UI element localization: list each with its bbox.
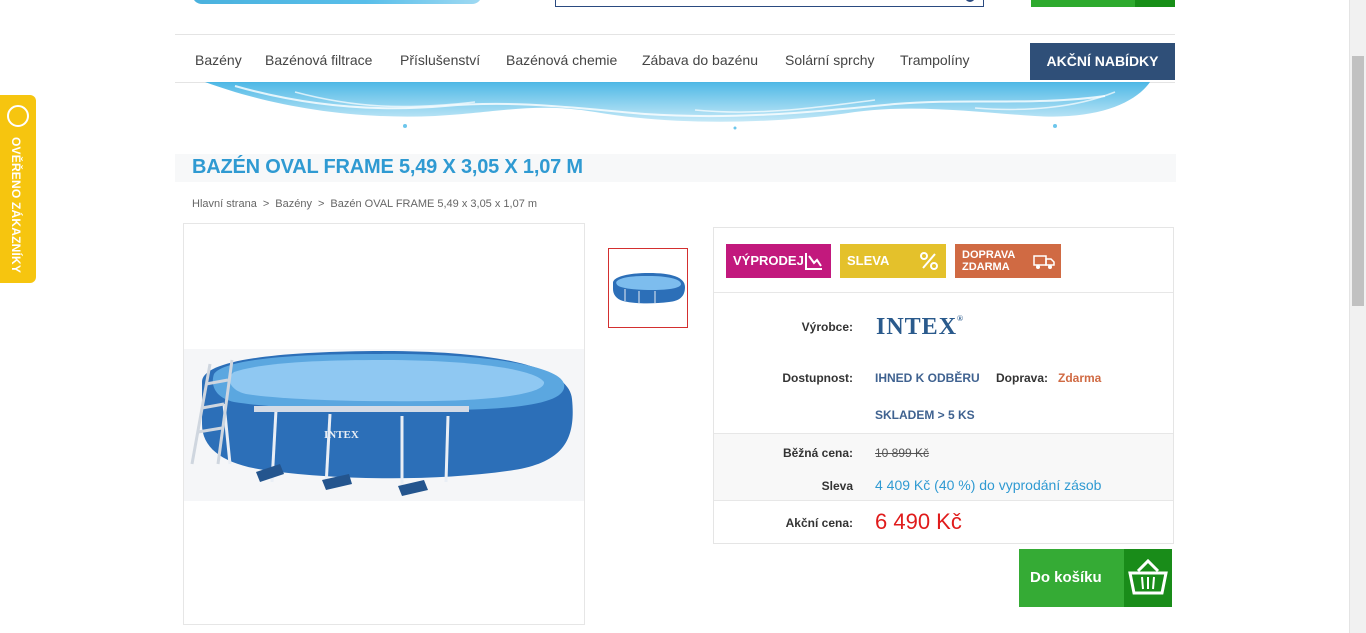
nav-item-chemie[interactable]: Bazénová chemie [506,52,617,68]
regular-price-value: 10 899 Kč [875,446,930,460]
nav-item-filtrace[interactable]: Bazénová filtrace [265,52,372,68]
availability-label: Dostupnost: [782,371,853,385]
breadcrumb-home[interactable]: Hlavní strana [192,198,257,210]
trend-down-icon [805,253,822,270]
add-to-cart-label: Do košíku [1030,569,1102,586]
breadcrumb-separator: > [262,198,270,210]
badge-free-shipping-label: DOPRAVA ZDARMA [962,249,1016,273]
product-main-image[interactable]: INTEX [183,223,585,625]
badge-clearance: VÝPRODEJ [726,244,831,278]
shipping-label: Doprava: [996,371,1049,385]
percent-icon [920,252,938,270]
verified-seal-icon [7,105,29,127]
product-info-panel: VÝPRODEJ SLEVA DOPRAVA ZDARMA Výrobce: I… [713,227,1174,544]
verified-by-customers-badge[interactable]: OVĚŘENO ZÁKAZNÍKY [0,95,36,283]
manufacturer-label: Výrobce: [801,320,853,334]
site-logo[interactable] [192,0,492,8]
nav-item-trampoliny[interactable]: Trampolíny [900,52,970,68]
page-title: BAZÉN OVAL FRAME 5,49 X 3,05 X 1,07 M [192,156,583,178]
breadcrumb: Hlavní strana > Bazény > Bazén OVAL FRAME 5,… [192,198,537,210]
divider [714,500,1173,501]
shipping-value: Zdarma [1058,371,1102,385]
badge-discount-label: SLEVA [847,253,890,268]
add-to-cart-button[interactable]: Do košíku [1019,549,1172,607]
nav-item-solarni-sprchy[interactable]: Solární sprchy [785,52,874,68]
basket-icon [1128,558,1168,595]
search-icon[interactable] [965,0,975,2]
breadcrumb-category[interactable]: Bazény [275,198,312,210]
nav-item-zabava[interactable]: Zábava do bazénu [642,52,758,68]
nav-item-bazeny[interactable]: Bazény [195,52,242,68]
basket-icon [1135,0,1175,7]
discount-label: Sleva [821,479,853,493]
breadcrumb-separator: > [317,198,325,210]
page-scrollbar[interactable] [1349,0,1366,633]
badge-clearance-label: VÝPRODEJ [733,253,804,268]
badge-discount: SLEVA [840,244,946,278]
action-price-label: Akční cena: [785,516,853,530]
discount-value: 4 409 Kč (40 %) do vyprodání zásob [875,477,1102,493]
breadcrumb-current: Bazén OVAL FRAME 5,49 x 3,05 x 1,07 m [330,198,538,210]
nav-item-prislusenstvi[interactable]: Příslušenství [400,52,480,68]
basket-icon-wrap [1124,549,1172,607]
verified-badge-text: OVĚŘENO ZÁKAZNÍKY [9,137,23,274]
manufacturer-name: INTEX [876,314,958,340]
logo-graphic [192,0,482,4]
divider [714,433,1173,434]
product-title-bar: BAZÉN OVAL FRAME 5,49 X 3,05 X 1,07 M [175,154,1176,182]
divider [714,292,1173,293]
scrollbar-thumb[interactable] [1352,56,1364,306]
stock-status: SKLADEM > 5 KS [875,408,975,422]
product-thumbnail[interactable] [608,248,688,328]
product-image-logo: INTEX [324,429,359,441]
promo-offers-button[interactable]: AKČNÍ NABÍDKY [1030,43,1175,80]
search-input[interactable] [555,0,984,7]
availability-value: IHNED K ODBĚRU [875,371,980,385]
header-cart-button[interactable] [1031,0,1175,7]
regular-price-label: Běžná cena: [782,446,853,460]
truck-icon [1033,255,1055,269]
manufacturer-logo[interactable]: INTEX® [876,314,964,341]
main-navigation: Bazény Bazénová filtrace Příslušenství B… [175,34,1175,83]
badge-free-shipping: DOPRAVA ZDARMA [955,244,1061,278]
water-splash-banner [175,82,1175,132]
action-price-value: 6 490 Kč [875,509,962,534]
